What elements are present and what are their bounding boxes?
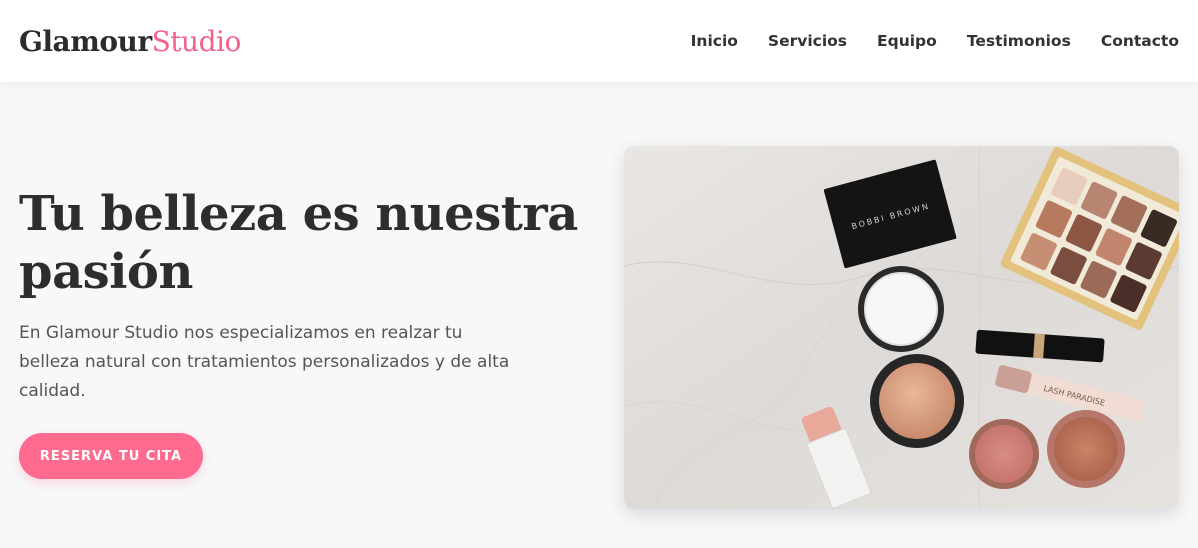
book-appointment-button[interactable]: RESERVA TU CITA (19, 433, 203, 479)
main-nav: Inicio Servicios Equipo Testimonios Cont… (691, 32, 1179, 50)
logo-text-accent: Studio (151, 24, 242, 58)
hero-section: Tu belleza es nuestra pasión En Glamour … (0, 82, 1198, 548)
hero-image: BOBBI BROWN LASH PARADISE (624, 146, 1179, 509)
nav-link-inicio[interactable]: Inicio (691, 32, 738, 50)
hero-description: En Glamour Studio nos especializamos en … (19, 323, 510, 401)
nav-link-contacto[interactable]: Contacto (1101, 32, 1179, 50)
nav-link-equipo[interactable]: Equipo (877, 32, 937, 50)
hero-text-block: Tu belleza es nuestra pasión En Glamour … (19, 185, 579, 406)
nav-link-servicios[interactable]: Servicios (768, 32, 847, 50)
nav-link-testimonios[interactable]: Testimonios (967, 32, 1071, 50)
logo-text-main: Glamour (19, 24, 152, 58)
site-header: GlamourStudio Inicio Servicios Equipo Te… (0, 0, 1198, 82)
site-logo[interactable]: GlamourStudio (19, 25, 241, 58)
hero-title: Tu belleza es nuestra pasión (19, 186, 578, 300)
makeup-products-illustration: BOBBI BROWN LASH PARADISE (624, 146, 1179, 509)
